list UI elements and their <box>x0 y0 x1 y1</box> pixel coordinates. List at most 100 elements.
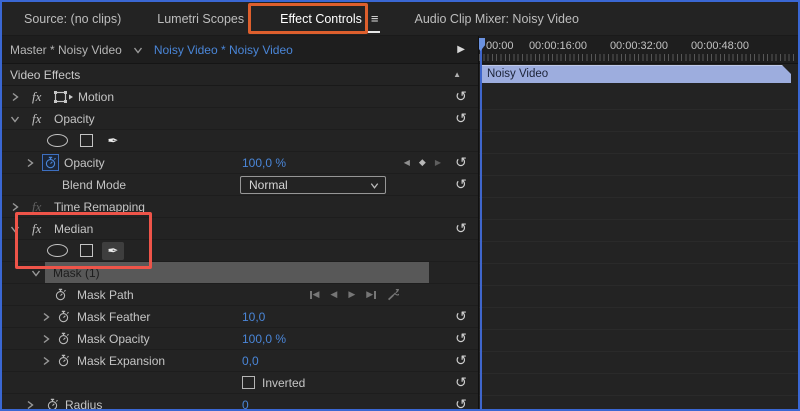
time-ruler[interactable]: 00:00 00:00:16:00 00:00:32:00 00:00:48:0… <box>479 36 798 64</box>
ruler-label: 00:00:16:00 <box>528 40 588 52</box>
collapse-section-icon[interactable]: ▲ <box>453 70 461 79</box>
add-keyframe-icon[interactable]: ◆ <box>419 157 426 168</box>
fx-badge[interactable]: fx <box>32 89 41 105</box>
property-label: Mask Expansion <box>77 354 166 368</box>
reset-property-button[interactable]: ↺ <box>453 396 469 409</box>
mask-path-keyframe-controls: ◀ ◀ ▶ ▶ <box>310 284 399 305</box>
tab-source[interactable]: Source: (no clips) <box>22 2 123 36</box>
reset-property-button[interactable]: ↺ <box>453 352 469 369</box>
chevron-down-icon[interactable] <box>9 113 21 125</box>
next-keyframe-icon[interactable]: ▶ <box>435 158 441 167</box>
property-value[interactable]: 0 <box>242 398 249 409</box>
previous-keyframe-icon[interactable]: ◀ <box>330 289 337 300</box>
playhead-line[interactable] <box>480 49 482 409</box>
effect-label: Time Remapping <box>54 200 145 214</box>
chevron-right-icon[interactable] <box>9 91 21 103</box>
property-row-mask-expansion: Mask Expansion 0,0 ↺ <box>2 350 478 372</box>
reset-effect-button[interactable]: ↺ <box>453 220 469 237</box>
show-timeline-view-icon[interactable]: ▶ <box>457 44 465 55</box>
opacity-mask-tools-row: ✒ <box>2 130 478 152</box>
master-clip-selector[interactable]: Master * Noisy Video <box>10 43 122 57</box>
ruler-label: 00:00:32:00 <box>609 40 669 52</box>
timeline-body[interactable] <box>479 84 798 409</box>
property-value[interactable]: 100,0 % <box>242 332 286 346</box>
next-keyframe-icon[interactable]: ▶ <box>348 289 355 300</box>
property-row-blend-mode: Blend Mode Normal ↺ <box>2 174 478 196</box>
reset-effect-button[interactable]: ↺ <box>453 110 469 127</box>
inverted-checkbox[interactable] <box>242 376 255 389</box>
ruler-ticks <box>479 54 794 61</box>
fx-badge[interactable]: fx <box>32 111 41 127</box>
go-to-previous-keyframe-icon[interactable]: ◀ <box>310 289 319 300</box>
previous-keyframe-icon[interactable]: ◀ <box>404 158 410 167</box>
stopwatch-toggle-animation-icon[interactable] <box>54 288 67 301</box>
reset-property-button[interactable]: ↺ <box>453 154 469 171</box>
video-effects-title: Video Effects <box>10 67 81 82</box>
effect-label: Opacity <box>54 112 95 126</box>
property-value[interactable]: 100,0 % <box>242 156 286 170</box>
reset-property-button[interactable]: ↺ <box>453 308 469 325</box>
reset-property-button[interactable]: ↺ <box>453 176 469 193</box>
blend-mode-dropdown[interactable]: Normal <box>240 176 386 194</box>
chevron-down-icon[interactable] <box>132 44 144 56</box>
chevron-down-icon[interactable] <box>9 223 21 235</box>
property-value[interactable]: 10,0 <box>242 310 265 324</box>
tab-audio-clip-mixer[interactable]: Audio Clip Mixer: Noisy Video <box>412 2 580 36</box>
reset-property-button[interactable]: ↺ <box>453 330 469 347</box>
property-row-mask-opacity: Mask Opacity 100,0 % ↺ <box>2 328 478 350</box>
effect-row-motion: fx Motion ↺ <box>2 86 478 108</box>
chevron-right-icon[interactable] <box>24 157 36 169</box>
mask-1-selected-item[interactable]: Mask (1) <box>45 262 429 283</box>
effect-controls-panel: Master * Noisy Video Noisy Video * Noisy… <box>2 36 479 409</box>
property-label: Radius <box>65 398 103 409</box>
chevron-right-icon[interactable] <box>24 399 36 409</box>
panel-menu-icon[interactable]: ≡ <box>371 11 379 26</box>
property-row-mask-path: Mask Path ◀ ◀ ▶ ▶ <box>2 284 478 306</box>
ruler-label: 00:00 <box>486 40 514 52</box>
chevron-right-icon[interactable] <box>40 355 52 367</box>
workspace: Master * Noisy Video Noisy Video * Noisy… <box>2 36 798 409</box>
median-mask-tools-row: ✒ <box>2 240 478 262</box>
sequence-clip-selector[interactable]: Noisy Video * Noisy Video <box>154 43 293 57</box>
property-row-opacity: Opacity 100,0 % ◀ ◆ ▶ ↺ <box>2 152 478 174</box>
go-to-next-keyframe-icon[interactable]: ▶ <box>366 289 376 300</box>
tab-lumetri-scopes[interactable]: Lumetri Scopes <box>155 2 246 36</box>
effect-label: Median <box>54 222 94 236</box>
stopwatch-toggle-animation-icon[interactable] <box>57 310 70 323</box>
stopwatch-toggle-animation-icon[interactable] <box>42 154 59 171</box>
stopwatch-toggle-animation-icon[interactable] <box>57 332 70 345</box>
pen-mask-tool-icon[interactable]: ✒ <box>102 132 124 150</box>
clip-header: Master * Noisy Video Noisy Video * Noisy… <box>2 36 478 64</box>
effect-row-opacity: fx Opacity ↺ <box>2 108 478 130</box>
rectangle-mask-tool-icon[interactable] <box>80 244 93 257</box>
blend-mode-selected-value: Normal <box>249 178 288 192</box>
chevron-down-icon[interactable] <box>30 267 42 279</box>
ellipse-mask-tool-icon[interactable] <box>47 134 68 147</box>
tab-effect-controls-label: Effect Controls <box>280 11 362 26</box>
motion-transform-icon <box>54 91 73 103</box>
stopwatch-toggle-animation-icon[interactable] <box>46 398 59 409</box>
playhead-marker[interactable] <box>479 38 485 51</box>
stopwatch-toggle-animation-icon[interactable] <box>57 354 70 367</box>
reset-effect-button[interactable]: ↺ <box>453 88 469 105</box>
property-value[interactable]: 0,0 <box>242 354 259 368</box>
clip-bar-noisy-video[interactable]: Noisy Video <box>481 65 791 83</box>
reset-property-button[interactable]: ↺ <box>453 374 469 391</box>
property-label: Blend Mode <box>62 178 127 192</box>
checkbox-label: Inverted <box>262 376 306 390</box>
mask-tracking-settings-wrench-icon[interactable] <box>387 289 399 301</box>
panel-tab-bar: Source: (no clips) Lumetri Scopes Effect… <box>2 2 798 36</box>
video-effects-header: Video Effects ▲ <box>2 64 478 86</box>
fx-badge[interactable]: fx <box>32 221 41 237</box>
chevron-right-icon[interactable] <box>40 311 52 323</box>
property-label: Opacity <box>64 156 105 170</box>
chevron-down-icon <box>369 180 380 191</box>
chevron-right-icon[interactable] <box>9 201 21 213</box>
ellipse-mask-tool-icon[interactable] <box>47 244 68 257</box>
pen-mask-tool-icon-selected[interactable]: ✒ <box>102 242 124 260</box>
mask-1-row: Mask (1) <box>2 262 478 284</box>
fx-badge[interactable]: fx <box>32 199 41 215</box>
rectangle-mask-tool-icon[interactable] <box>80 134 93 147</box>
chevron-right-icon[interactable] <box>40 333 52 345</box>
tab-effect-controls[interactable]: Effect Controls ≡ <box>278 2 381 36</box>
